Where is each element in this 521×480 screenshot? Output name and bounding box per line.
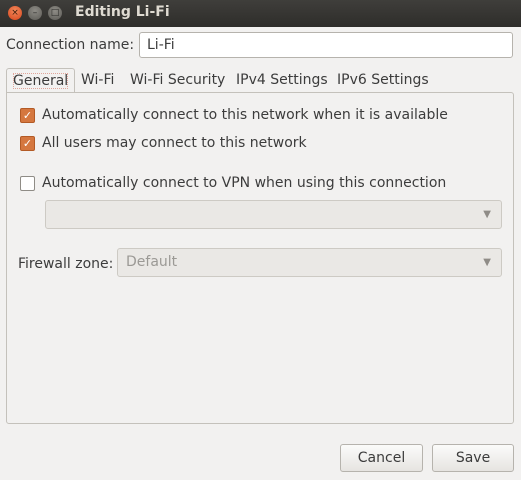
cancel-button[interactable]: Cancel <box>340 444 423 472</box>
connection-name-input[interactable]: Li-Fi <box>139 32 513 58</box>
chevron-down-icon: ▼ <box>483 257 491 268</box>
firewall-zone-select[interactable]: Default ▼ <box>117 248 502 277</box>
window-title: Editing Li-Fi <box>75 4 170 20</box>
save-button[interactable]: Save <box>432 444 514 472</box>
all-users-label: All users may connect to this network <box>42 135 307 151</box>
maximize-icon: □ <box>50 7 60 18</box>
maximize-window-button[interactable]: □ <box>48 6 62 20</box>
tab-label: Wi-Fi Security <box>130 72 226 88</box>
auto-connect-checkbox[interactable]: ✓ <box>20 107 35 123</box>
auto-vpn-label: Automatically connect to VPN when using … <box>42 175 447 191</box>
firewall-zone-value: Default <box>126 254 178 270</box>
vpn-select[interactable]: ▼ <box>45 200 502 229</box>
tab-label: General <box>13 73 69 89</box>
minimize-window-button[interactable]: – <box>28 6 42 20</box>
all-users-row[interactable]: ✓ All users may connect to this network <box>20 135 307 151</box>
connection-name-label: Connection name: <box>6 37 135 53</box>
tab-label: IPv6 Settings <box>337 72 429 88</box>
firewall-zone-label: Firewall zone: <box>18 256 114 272</box>
tab-general[interactable]: General <box>6 68 76 92</box>
title-bar: × – □ Editing Li-Fi <box>0 0 521 27</box>
auto-vpn-checkbox[interactable] <box>20 175 35 191</box>
tab-wifi[interactable]: Wi-Fi <box>81 68 114 92</box>
tab-ipv6-settings[interactable]: IPv6 Settings <box>337 68 429 92</box>
tab-label: IPv4 Settings <box>236 72 328 88</box>
tab-label: Wi-Fi <box>81 72 115 88</box>
chevron-down-icon: ▼ <box>483 209 491 220</box>
auto-connect-label: Automatically connect to this network wh… <box>42 107 448 123</box>
close-window-button[interactable]: × <box>8 6 22 20</box>
auto-vpn-row[interactable]: Automatically connect to VPN when using … <box>20 175 446 191</box>
all-users-checkbox[interactable]: ✓ <box>20 135 35 151</box>
tab-wifi-security[interactable]: Wi-Fi Security <box>130 68 225 92</box>
close-icon: × <box>11 7 19 18</box>
auto-connect-row[interactable]: ✓ Automatically connect to this network … <box>20 107 448 123</box>
minimize-icon: – <box>32 7 38 18</box>
tab-ipv4-settings[interactable]: IPv4 Settings <box>236 68 328 92</box>
